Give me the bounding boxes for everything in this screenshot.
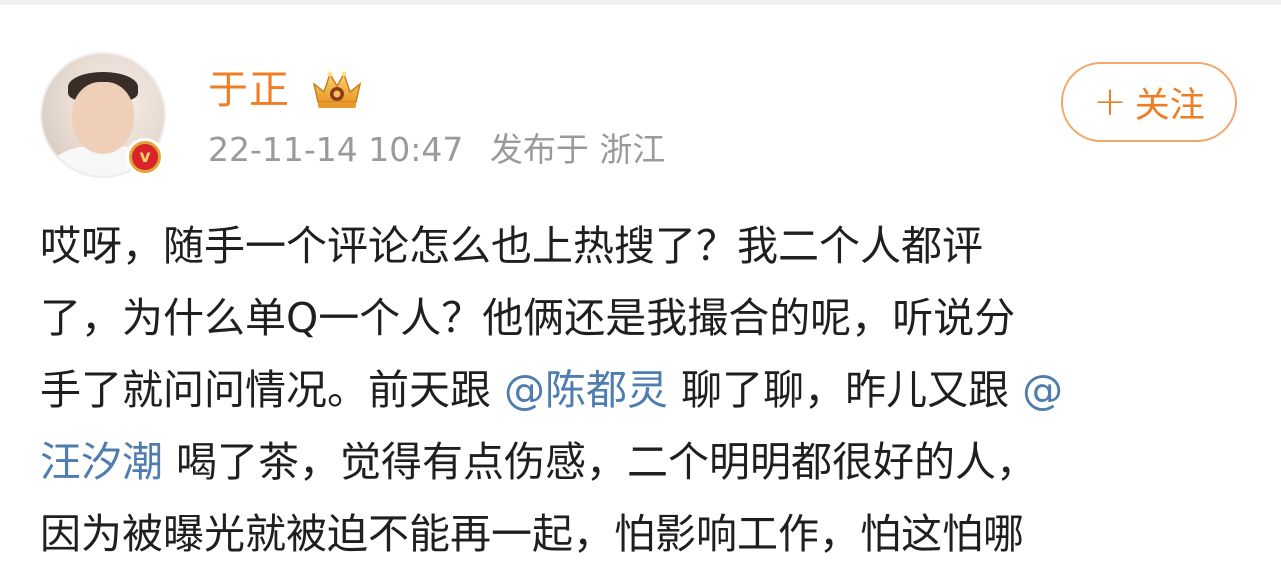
post-meta: 22-11-14 10:47 发布于 浙江: [208, 128, 681, 172]
post-text-segment: 了，为什么单Q一个人？他俩还是我撮合的呢，听说分: [40, 294, 1016, 342]
post-text-line: 因为被曝光就被迫不能再一起，怕影响工作，怕这怕哪: [40, 498, 1240, 570]
post-text-line: 汪汐潮 喝了茶，觉得有点伤感，二个明明都很好的人，: [40, 426, 1240, 498]
mention-link[interactable]: @陈都灵: [504, 366, 668, 414]
post-text-line: 手了就问问情况。前天跟 @陈都灵 聊了聊，昨儿又跟 @: [40, 354, 1240, 426]
post-text-line: 哎呀，随手一个评论怎么也上热搜了？我二个人都评: [40, 210, 1240, 282]
plus-icon: +: [1093, 79, 1127, 125]
post-timestamp: 22-11-14 10:47: [208, 130, 464, 169]
mention-link[interactable]: 汪汐潮: [40, 438, 163, 486]
post-text-segment: 聊了聊，昨儿又跟: [668, 366, 1023, 414]
post-text-segment: 哎呀，随手一个评论怎么也上热搜了？我二个人都评: [40, 222, 983, 270]
follow-label: 关注: [1134, 85, 1205, 126]
verified-badge-icon: v: [126, 138, 164, 176]
vip-crown-icon: [312, 71, 362, 108]
post-text-segment: 喝了茶，觉得有点伤感，二个明明都很好的人，: [163, 438, 1038, 486]
post-location: 发布于 浙江: [489, 130, 666, 169]
verified-mark: v: [132, 144, 158, 170]
post-text-line: 了，为什么单Q一个人？他俩还是我撮合的呢，听说分: [40, 282, 1240, 354]
post-text-segment: 手了就问问情况。前天跟: [40, 366, 505, 414]
post-text-segment: 因为被曝光就被迫不能再一起，怕影响工作，怕这怕哪: [40, 510, 1024, 558]
follow-button[interactable]: + 关注: [1061, 62, 1237, 142]
post-body: 哎呀，随手一个评论怎么也上热搜了？我二个人都评 了，为什么单Q一个人？他俩还是我撮…: [40, 210, 1240, 570]
mention-link[interactable]: @: [1022, 366, 1063, 414]
author-name[interactable]: 于正: [208, 64, 290, 116]
top-divider: [0, 0, 1281, 5]
author-avatar[interactable]: v: [40, 52, 166, 178]
